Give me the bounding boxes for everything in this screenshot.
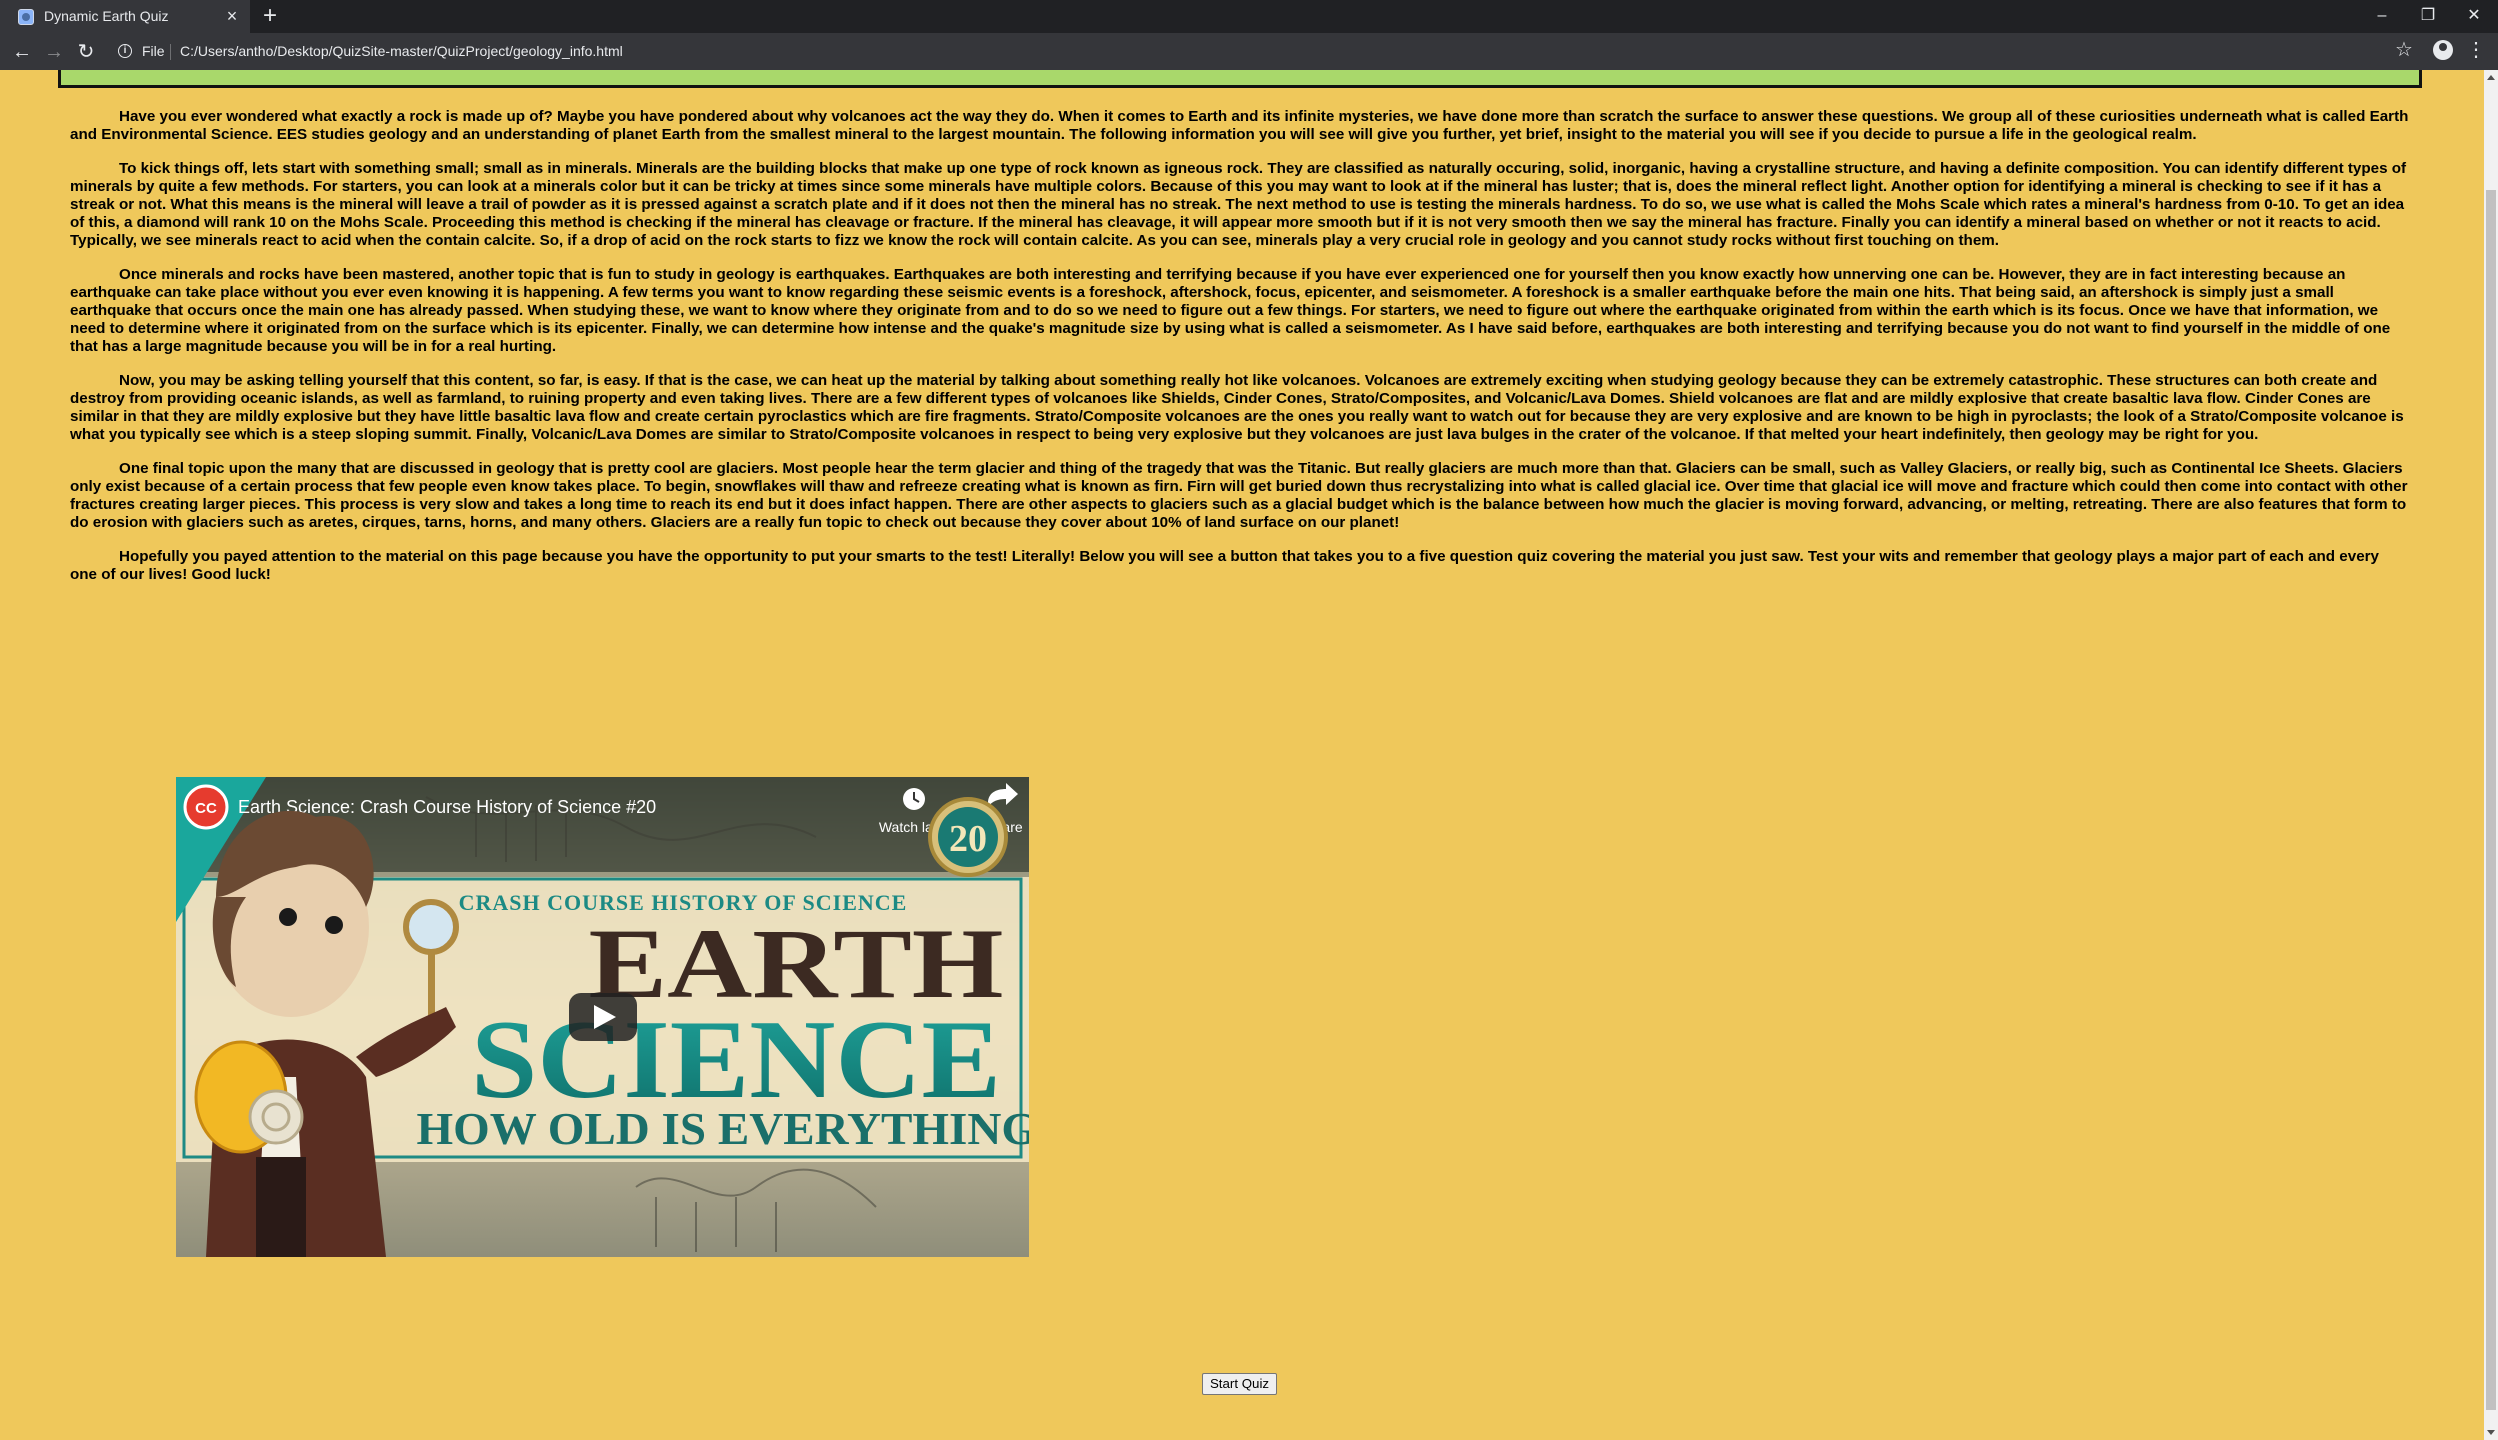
page-header-banner (58, 70, 2422, 88)
paragraph-glaciers: One final topic upon the many that are d… (70, 460, 2408, 531)
address-bar[interactable]: i File C:/Users/antho/Desktop/QuizSite-m… (110, 36, 2400, 67)
start-quiz-button[interactable]: Start Quiz (1202, 1373, 1277, 1395)
bookmark-star-icon[interactable]: ☆ (2390, 36, 2418, 64)
profile-avatar-icon[interactable] (2433, 40, 2453, 60)
browser-tab[interactable]: Dynamic Earth Quiz × (0, 0, 250, 33)
minimize-window-icon[interactable]: – (2362, 2, 2402, 30)
site-info-icon[interactable]: i (118, 44, 132, 58)
scroll-down-arrow-icon[interactable] (2487, 1430, 2495, 1435)
close-tab-icon[interactable]: × (222, 6, 242, 26)
page-favicon-icon (18, 9, 34, 25)
page-scrollbar[interactable] (2484, 70, 2498, 1440)
scroll-up-arrow-icon[interactable] (2487, 75, 2495, 80)
back-arrow-icon[interactable]: ← (8, 38, 36, 66)
article-body: Have you ever wondered what exactly a ro… (70, 108, 2410, 600)
restore-window-icon[interactable]: ❐ (2408, 2, 2448, 30)
paragraph-conclusion: Hopefully you payed attention to the mat… (70, 548, 2379, 583)
paragraph-volcanoes: Now, you may be asking telling yourself … (70, 372, 2404, 443)
browser-menu-icon[interactable]: ⋮ (2466, 36, 2486, 64)
video-thumbnail: CC Earth Science: Crash Course History o… (176, 777, 1029, 1257)
close-window-icon[interactable]: ✕ (2454, 2, 2494, 30)
paragraph-earthquakes: Once minerals and rocks have been master… (70, 266, 2391, 355)
embedded-video-player[interactable]: CC Earth Science: Crash Course History o… (176, 777, 1029, 1257)
channel-logo-icon: CC (195, 800, 217, 817)
forward-arrow-icon[interactable]: → (40, 38, 68, 66)
episode-number-badge: 20 (949, 818, 987, 860)
watch-later-icon (903, 788, 925, 810)
browser-tab-strip: Dynamic Earth Quiz × + – ❐ ✕ (0, 0, 2498, 33)
paragraph-minerals: To kick things off, lets start with some… (70, 160, 2407, 249)
browser-toolbar: ← → ↻ i File C:/Users/antho/Desktop/Quiz… (0, 33, 2498, 70)
url-scheme-label: File (142, 43, 165, 59)
reload-icon[interactable]: ↻ (72, 38, 100, 66)
url-text[interactable]: C:/Users/antho/Desktop/QuizSite-master/Q… (180, 43, 623, 59)
paragraph-intro: Have you ever wondered what exactly a ro… (70, 108, 2409, 143)
address-separator (170, 44, 171, 60)
play-button-icon (569, 993, 637, 1041)
page-viewport: Have you ever wondered what exactly a ro… (0, 70, 2484, 1440)
tab-title: Dynamic Earth Quiz (44, 8, 169, 24)
scrollbar-thumb[interactable] (2486, 190, 2496, 1410)
subheadline: HOW OLD IS EVERYTHING? (417, 1103, 1030, 1154)
new-tab-icon[interactable]: + (258, 4, 282, 28)
